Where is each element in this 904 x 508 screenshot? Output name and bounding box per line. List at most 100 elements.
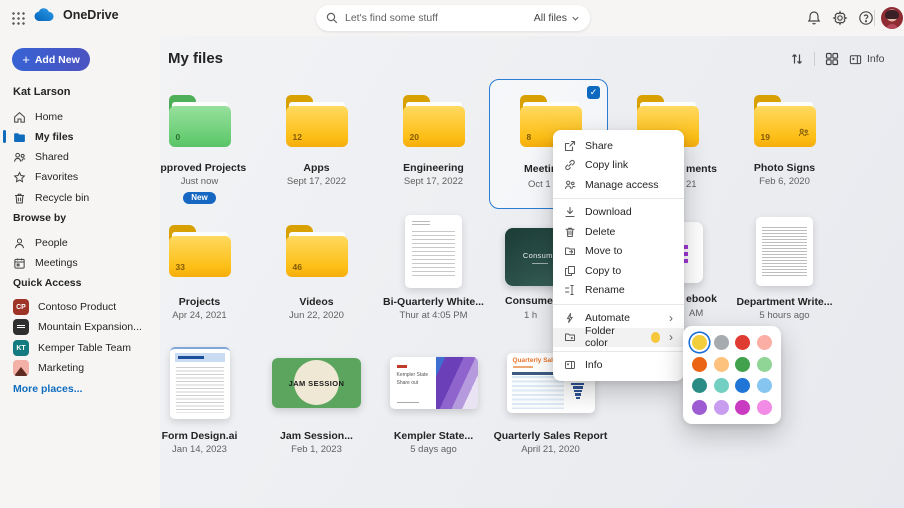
share-icon [564, 140, 576, 151]
sidebar-item-home[interactable]: Home [0, 107, 160, 127]
submenu-chevron-icon: › [669, 310, 673, 325]
slide-thumbnail: Kempler State Share out [389, 357, 478, 409]
menu-item-delete[interactable]: Delete [553, 222, 684, 242]
search-icon [326, 12, 338, 24]
folder-item-count: 0 [175, 132, 181, 142]
manage-access-icon [564, 180, 576, 189]
color-swatch-yellow-selected[interactable] [692, 335, 707, 350]
color-swatch-red[interactable] [735, 335, 750, 350]
search-placeholder: Let's find some stuff [345, 12, 438, 24]
user-name: Kat Larson [13, 86, 71, 98]
info-pane-button[interactable]: Info [849, 53, 885, 66]
sort-icon[interactable] [790, 52, 804, 66]
menu-item-move-to[interactable]: Move to [553, 242, 684, 262]
file-card-kempler[interactable]: Kempler State Share out Kempler State... … [375, 342, 492, 455]
folder-card-videos[interactable]: 46 Videos Jun 22, 2020 [258, 212, 375, 321]
color-swatch-blue[interactable] [735, 378, 750, 393]
sidebar-item-contoso-product[interactable]: CP Contoso Product [0, 297, 160, 317]
menu-item-download[interactable]: Download [553, 203, 684, 223]
sidebar-item-my-files[interactable]: My files [0, 127, 160, 147]
sidebar-item-people[interactable]: People [0, 233, 160, 253]
search-scope-dropdown[interactable]: All files [534, 12, 580, 24]
sidebar-item-kemper-table-team[interactable]: KT Kemper Table Team [0, 338, 160, 358]
color-swatch-light-green[interactable] [756, 356, 772, 372]
trash-icon [15, 193, 24, 203]
context-menu: Share Copy link Manage access Download D… [553, 130, 684, 381]
folder-item-count: 20 [409, 132, 419, 142]
account-avatar[interactable] [881, 7, 903, 29]
menu-item-folder-color[interactable]: Folder color › [553, 325, 684, 349]
info-icon [565, 360, 575, 369]
mountain-tile-icon [13, 319, 29, 335]
folder-color-icon [565, 333, 575, 342]
automate-icon [566, 312, 573, 323]
menu-item-rename[interactable]: Rename [553, 281, 684, 301]
folder-icon-yellow: 12 [285, 95, 348, 147]
folder-color-palette [683, 326, 781, 424]
app-title: OneDrive [63, 7, 119, 22]
sidebar-item-favorites[interactable]: Favorites [0, 167, 160, 187]
more-places-link[interactable]: More places... [13, 383, 82, 395]
color-swatch-peach[interactable] [713, 356, 729, 372]
menu-item-share[interactable]: Share [553, 136, 684, 156]
file-card-jam-session[interactable]: JAM SESSION Jam Session... Feb 1, 2023 [258, 342, 375, 455]
color-swatch-gray[interactable] [713, 335, 729, 350]
onedrive-cloud-icon [34, 8, 54, 22]
sidebar-item-shared[interactable]: Shared [0, 147, 160, 167]
sidebar-item-recycle-bin[interactable]: Recycle bin [0, 188, 160, 208]
ments-date-fragment: 21 [686, 179, 697, 190]
menu-item-manage-access[interactable]: Manage access [553, 175, 684, 195]
notifications-icon[interactable] [806, 10, 822, 26]
folder-card-engineering[interactable]: 20 Engineering Sept 17, 2022 [375, 86, 492, 187]
color-swatch-salmon[interactable] [756, 335, 772, 350]
settings-gear-icon[interactable] [832, 10, 848, 26]
add-new-button[interactable]: + Add New [12, 48, 90, 71]
folder-item-count: 46 [292, 262, 302, 272]
folder-icon-yellow: 33 [168, 225, 231, 277]
color-swatch-orange[interactable] [692, 356, 707, 372]
top-bar: OneDrive Let's find some stuff All files [0, 0, 904, 36]
color-swatch-pink[interactable] [756, 399, 772, 415]
folder-icon-yellow: 19 [753, 95, 816, 147]
marketing-tile-icon [13, 360, 29, 376]
folder-icon [14, 132, 25, 142]
folder-card-photo-signs[interactable]: 19 Photo Signs Feb 6, 2020 [726, 86, 843, 187]
grid-view-icon[interactable] [825, 52, 839, 66]
color-swatch-light-blue[interactable] [756, 378, 772, 393]
menu-item-info[interactable]: Info [553, 355, 684, 375]
file-card-department[interactable]: Department Write... 5 hours ago [726, 212, 843, 321]
sidebar-item-marketing[interactable]: Marketing [0, 358, 160, 378]
contoso-tile-icon: CP [13, 299, 29, 315]
consumer-name-fragment: Consumer [505, 295, 557, 307]
onedrive-logo[interactable]: OneDrive [34, 7, 119, 22]
search-bar[interactable]: Let's find some stuff All files [316, 5, 590, 31]
menu-item-copy-link[interactable]: Copy link [553, 156, 684, 176]
color-swatch-teal[interactable] [692, 378, 707, 393]
sidebar-item-meetings[interactable]: Meetings [0, 253, 160, 273]
notebook-date-fragment: AM [689, 308, 704, 319]
folder-card-apps[interactable]: 12 Apps Sept 17, 2022 [258, 86, 375, 187]
color-swatch-lavender[interactable] [713, 399, 729, 415]
folder-item-count: 12 [292, 132, 302, 142]
ments-name-fragment: ments [686, 163, 717, 175]
sidebar-item-mountain-expansion[interactable]: Mountain Expansion... [0, 317, 160, 337]
help-icon[interactable] [858, 10, 874, 26]
color-swatch-purple[interactable] [692, 399, 707, 415]
selected-indicator [3, 130, 6, 143]
file-card-biquarterly[interactable]: Bi-Quarterly White... Thur at 4:05 PM [375, 212, 492, 321]
delete-icon [565, 227, 575, 237]
consumer-date-fragment: 1 h [524, 310, 538, 321]
folder-icon-green: 0 [168, 95, 231, 147]
menu-item-copy-to[interactable]: Copy to [553, 261, 684, 281]
app-launcher-icon[interactable] [11, 11, 25, 25]
color-swatch-aqua[interactable] [713, 378, 729, 393]
folder-item-count: 8 [526, 132, 532, 142]
document-thumbnail [405, 214, 462, 288]
kemper-tile-icon: KT [13, 340, 29, 356]
home-icon [14, 111, 25, 123]
color-swatch-green[interactable] [735, 356, 750, 372]
rename-icon [565, 285, 574, 296]
current-color-swatch [650, 331, 660, 343]
color-swatch-magenta[interactable] [735, 399, 750, 415]
menu-divider [553, 198, 684, 199]
